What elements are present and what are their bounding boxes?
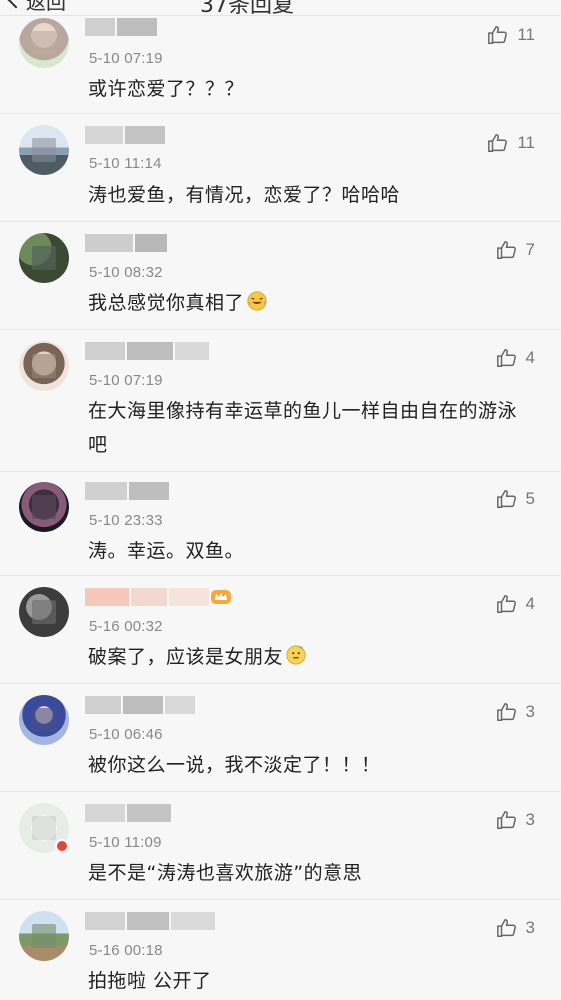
comment-row[interactable]: 5-10 11:09 是不是“涛涛也喜欢旅游”的意思 3 xyxy=(0,792,561,900)
username-redacted[interactable] xyxy=(85,234,167,252)
back-label: 返回 xyxy=(26,0,66,14)
like-button[interactable]: 11 xyxy=(487,24,535,46)
like-count: 7 xyxy=(525,240,535,259)
like-count: 5 xyxy=(525,489,535,508)
avatar[interactable] xyxy=(19,911,69,961)
laughing-tears-emoji xyxy=(247,291,267,311)
comment-time: 5-10 11:09 xyxy=(89,834,162,851)
avatar[interactable] xyxy=(19,587,69,637)
page-title: 37条回复 xyxy=(200,0,294,16)
like-button[interactable]: 3 xyxy=(496,917,535,939)
comment-row[interactable]: 5-16 00:32 破案了，应该是女朋友 4 xyxy=(0,576,561,684)
avatar[interactable] xyxy=(19,125,69,175)
like-count: 3 xyxy=(525,810,535,829)
thumbs-up-icon xyxy=(496,241,516,259)
comment-row[interactable]: 5-10 23:33 涛。幸运。双鱼。 5 xyxy=(0,472,561,576)
comment-list: 5-10 07:19 或许恋爱了？？？ 11 5-10 11:14 涛也爱鱼，有… xyxy=(0,16,561,1000)
nav-bar: 返回 37条回复 xyxy=(0,0,561,16)
thumbs-up-icon xyxy=(496,490,516,508)
comment-time: 5-10 06:46 xyxy=(89,726,163,743)
crown-badge-icon xyxy=(211,590,231,604)
like-button[interactable]: 11 xyxy=(487,132,535,154)
thinking-face-emoji xyxy=(286,645,306,665)
thumbs-up-icon xyxy=(496,595,516,613)
avatar[interactable] xyxy=(19,341,69,391)
comment-text: 在大海里像持有幸运草的鱼儿一样自由自在的游泳吧 xyxy=(88,400,518,456)
thumbs-up-icon xyxy=(496,919,516,937)
avatar[interactable] xyxy=(19,695,69,745)
username-redacted[interactable] xyxy=(85,696,195,714)
comment-text: 涛也爱鱼，有情况，恋爱了？哈哈哈 xyxy=(88,184,401,206)
username-redacted[interactable] xyxy=(85,18,157,36)
avatar[interactable] xyxy=(19,233,69,283)
comment-text: 或许恋爱了？？？ xyxy=(88,78,245,100)
comment-time: 5-10 07:19 xyxy=(89,372,163,389)
comment-text: 拍拖啦 公开了 xyxy=(88,970,212,992)
comment-text: 涛。幸运。双鱼。 xyxy=(88,540,245,562)
like-count: 11 xyxy=(517,25,535,44)
like-count: 3 xyxy=(525,702,535,721)
comment-row[interactable]: 5-16 00:18 拍拖啦 公开了 3 xyxy=(0,900,561,1000)
comment-text-content: 我总感觉你真相了 xyxy=(88,292,245,314)
comment-text: 我总感觉你真相了 xyxy=(88,286,538,320)
thumbs-up-icon xyxy=(488,134,508,152)
like-button[interactable]: 7 xyxy=(496,239,535,261)
username-redacted[interactable] xyxy=(85,482,169,500)
comment-row[interactable]: 5-10 08:32 我总感觉你真相了 7 xyxy=(0,222,561,330)
like-count: 11 xyxy=(517,133,535,152)
comment-time: 5-10 08:32 xyxy=(89,264,163,281)
comment-row[interactable]: 5-10 07:19 或许恋爱了？？？ 11 xyxy=(0,16,561,114)
username-redacted[interactable] xyxy=(85,912,215,930)
comment-text: 破案了，应该是女朋友 xyxy=(88,640,538,674)
username-redacted[interactable] xyxy=(85,126,165,144)
like-button[interactable]: 3 xyxy=(496,701,535,723)
comment-text: 被你这么一说，我不淡定了！！！ xyxy=(88,754,381,776)
avatar[interactable] xyxy=(19,482,69,532)
chevron-left-icon xyxy=(7,0,25,9)
comment-row[interactable]: 5-10 07:19 在大海里像持有幸运草的鱼儿一样自由自在的游泳吧 4 xyxy=(0,330,561,472)
like-count: 4 xyxy=(525,348,535,367)
back-button[interactable]: 返回 xyxy=(4,0,66,14)
like-count: 3 xyxy=(525,918,535,937)
thumbs-up-icon xyxy=(496,349,516,367)
like-button[interactable]: 4 xyxy=(496,593,535,615)
thumbs-up-icon xyxy=(496,811,516,829)
comment-row[interactable]: 5-10 11:14 涛也爱鱼，有情况，恋爱了？哈哈哈 11 xyxy=(0,114,561,222)
comment-time: 5-16 00:32 xyxy=(89,618,163,635)
username-redacted[interactable] xyxy=(85,588,209,606)
comment-time: 5-10 07:19 xyxy=(89,50,163,67)
thumbs-up-icon xyxy=(488,26,508,44)
thumbs-up-icon xyxy=(496,703,516,721)
username-redacted[interactable] xyxy=(85,804,171,822)
comment-time: 5-10 11:14 xyxy=(89,155,162,172)
avatar[interactable] xyxy=(19,18,69,68)
username-redacted[interactable] xyxy=(85,342,209,360)
like-button[interactable]: 3 xyxy=(496,809,535,831)
like-button[interactable]: 5 xyxy=(496,488,535,510)
like-count: 4 xyxy=(525,594,535,613)
verified-badge-icon xyxy=(55,839,69,853)
comment-row[interactable]: 5-10 06:46 被你这么一说，我不淡定了！！！ 3 xyxy=(0,684,561,792)
like-button[interactable]: 4 xyxy=(496,347,535,369)
comment-text-content: 破案了，应该是女朋友 xyxy=(88,646,284,668)
comment-time: 5-16 00:18 xyxy=(89,942,163,959)
comment-text: 是不是“涛涛也喜欢旅游”的意思 xyxy=(88,862,363,884)
comment-time: 5-10 23:33 xyxy=(89,512,163,529)
